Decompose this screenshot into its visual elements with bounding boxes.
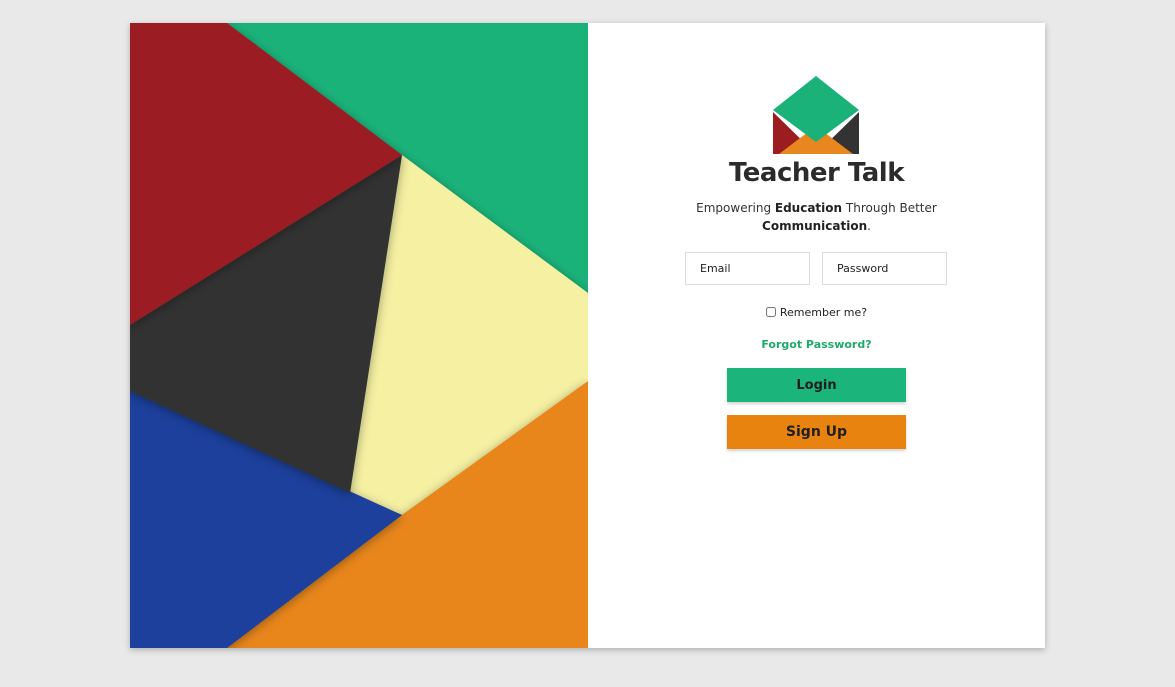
tagline-text-2: Through Better	[842, 201, 937, 215]
envelope-logo-icon	[773, 76, 859, 154]
geometric-pattern-image	[130, 23, 588, 648]
remember-me-checkbox[interactable]	[765, 307, 776, 317]
remember-me-row[interactable]: Remember me?	[588, 306, 1045, 319]
app-tagline: Empowering Education Through Better Comm…	[588, 199, 1045, 235]
forgot-password-link[interactable]: Forgot Password?	[588, 338, 1045, 351]
login-panel: Teacher Talk Empowering Education Throug…	[588, 23, 1045, 648]
tagline-bold-communication: Communication	[762, 219, 868, 233]
decorative-artwork	[130, 23, 588, 648]
tagline-period: .	[867, 219, 871, 233]
signup-button[interactable]: Sign Up	[727, 415, 906, 449]
app-title: Teacher Talk	[728, 158, 905, 188]
email-input[interactable]	[685, 252, 810, 285]
login-card: Teacher Talk Empowering Education Throug…	[130, 23, 1045, 648]
login-button[interactable]: Login	[727, 368, 906, 402]
tagline-text-1: Empowering	[696, 201, 775, 215]
password-input[interactable]	[822, 252, 947, 285]
remember-me-label: Remember me?	[779, 306, 868, 319]
tagline-bold-education: Education	[774, 201, 843, 215]
